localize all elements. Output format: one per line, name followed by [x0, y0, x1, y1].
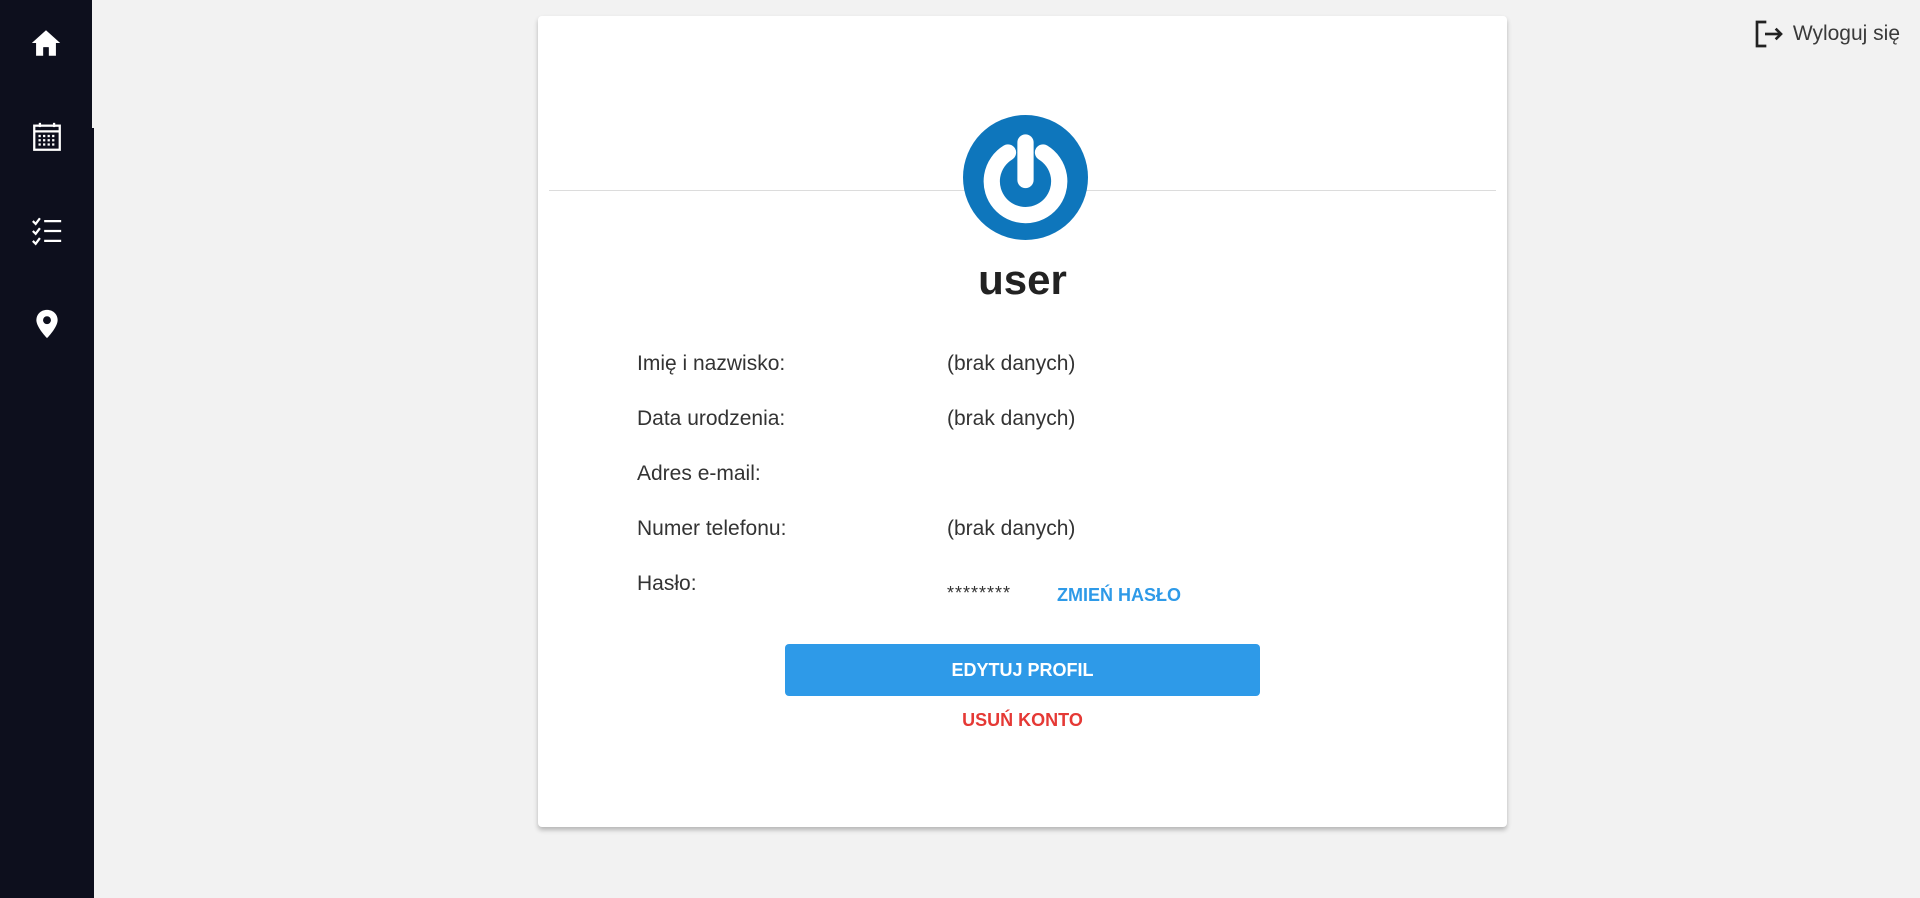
edit-profile-button[interactable]: EDYTUJ PROFIL	[785, 644, 1260, 696]
username: user	[978, 256, 1067, 303]
location-pin-icon	[36, 309, 58, 339]
logout-button[interactable]: Wyloguj się	[1753, 18, 1900, 50]
sidebar-item-calendar[interactable]	[0, 92, 94, 182]
change-password-button[interactable]: ZMIEŃ HASŁO	[1057, 585, 1181, 606]
power-icon	[963, 115, 1088, 240]
field-label-password: Hasło:	[637, 572, 697, 595]
logout-label: Wyloguj się	[1792, 22, 1900, 45]
field-label-email: Adres e-mail:	[637, 462, 761, 485]
calendar-icon	[33, 122, 61, 151]
field-label-name: Imię i nazwisko:	[637, 352, 786, 375]
home-icon	[31, 30, 61, 56]
field-value-birthdate: (brak danych)	[947, 407, 1076, 430]
field-value-phone: (brak danych)	[947, 517, 1076, 540]
sidebar-item-location[interactable]	[0, 279, 94, 369]
sidebar-item-tasks[interactable]	[0, 186, 94, 276]
logout-icon	[1755, 20, 1783, 48]
field-value-name: (brak danych)	[947, 352, 1076, 375]
delete-account-button[interactable]: USUŃ KONTO	[538, 710, 1507, 731]
sidebar	[0, 0, 94, 898]
field-value-password: ********	[947, 583, 1012, 603]
checklist-icon	[32, 217, 62, 246]
field-label-phone: Numer telefonu:	[637, 517, 787, 540]
profile-card: user Imię i nazwisko: (brak danych) Data…	[538, 16, 1507, 827]
field-label-birthdate: Data urodzenia:	[637, 407, 786, 430]
